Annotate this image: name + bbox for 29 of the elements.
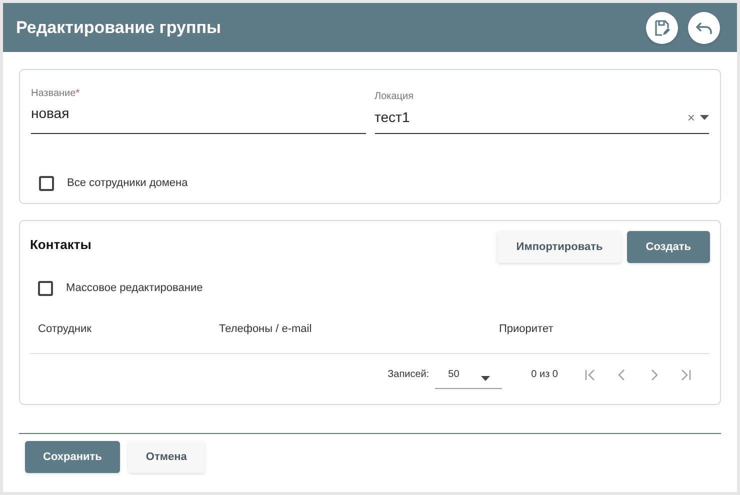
save-button[interactable] xyxy=(646,12,678,44)
location-select[interactable]: Локация тест1 × xyxy=(374,86,709,134)
column-header: Телефоны / e-mail xyxy=(219,322,313,336)
undo-arrow-icon xyxy=(696,20,712,34)
checkbox[interactable] xyxy=(39,176,54,191)
field-value: тест1 xyxy=(374,108,411,127)
clear-button[interactable]: × xyxy=(687,111,695,124)
page-range-text: 0 из 0 xyxy=(531,368,558,382)
field-label: Локация xyxy=(374,90,415,104)
name-field[interactable]: Название* новая xyxy=(31,86,366,134)
field-label: Название* xyxy=(31,87,81,101)
primary-button[interactable]: Сохранить xyxy=(25,441,120,473)
rows-per-page-label: Записей: xyxy=(388,368,430,382)
column-header: Сотрудник xyxy=(38,322,92,336)
checkbox[interactable] xyxy=(38,280,53,296)
save-edit-icon xyxy=(654,20,670,36)
dropdown-caret-icon[interactable] xyxy=(700,115,709,120)
checkbox-label: Массовое редактирование xyxy=(66,281,203,296)
secondary-button[interactable]: Отмена xyxy=(128,441,205,473)
secondary-button[interactable]: Импортировать xyxy=(497,231,622,263)
dropdown-caret-icon xyxy=(481,376,490,380)
column-header: Приоритет xyxy=(499,322,554,336)
back-button[interactable] xyxy=(688,12,720,44)
checkbox-label: Все сотрудники домена xyxy=(67,176,188,191)
section-title: Контакты xyxy=(30,236,92,254)
page-title: Редактирование группы xyxy=(16,16,221,39)
field-value: новая xyxy=(31,104,70,123)
primary-button[interactable]: Создать xyxy=(626,231,710,263)
rows-per-page-select[interactable]: 50 xyxy=(435,360,502,389)
